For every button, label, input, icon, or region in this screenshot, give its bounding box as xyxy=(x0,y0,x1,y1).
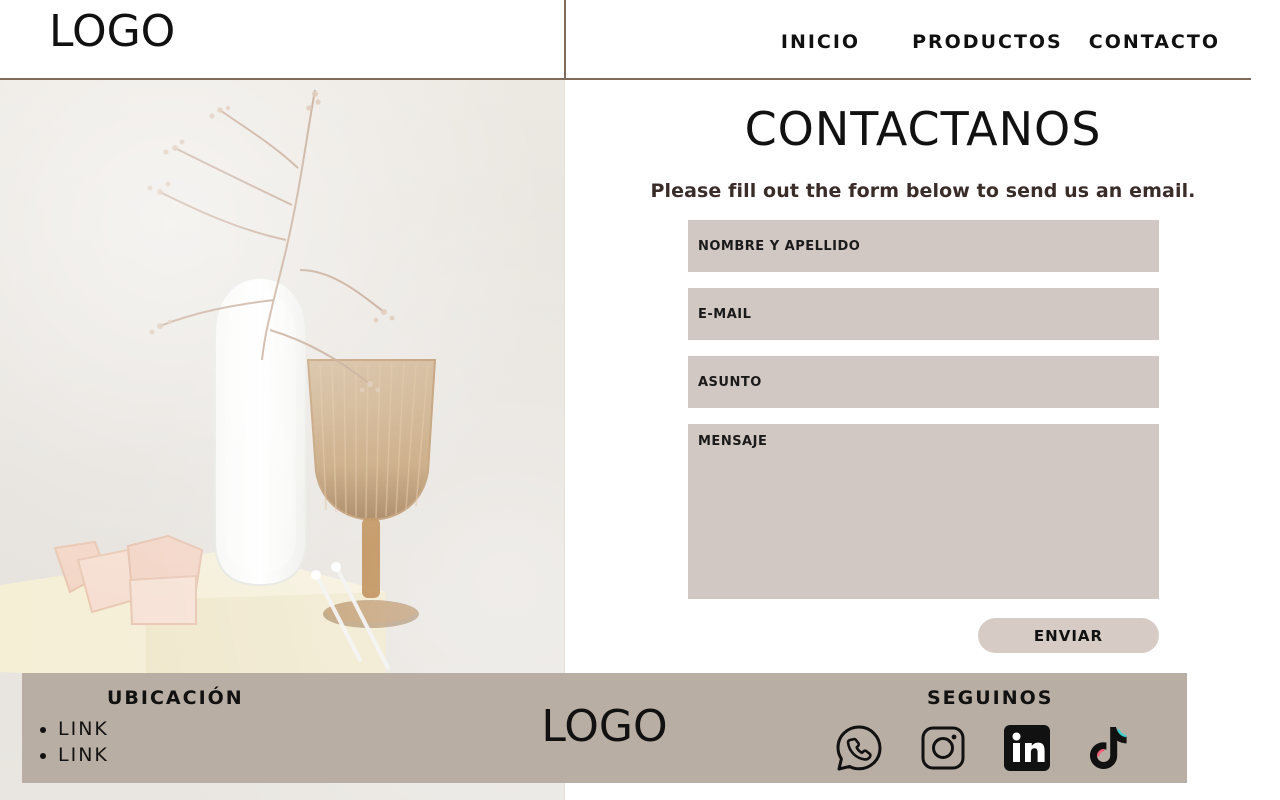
subject-field[interactable]: ASUNTO xyxy=(688,356,1159,408)
message-field[interactable]: MENSAJE xyxy=(688,424,1159,599)
footer-social-title: SEGUINOS xyxy=(927,687,1054,709)
email-field[interactable]: E-MAIL xyxy=(688,288,1159,340)
page-subtitle: Please fill out the form below to send u… xyxy=(650,180,1196,202)
name-field[interactable]: NOMBRE Y APELLIDO xyxy=(688,220,1159,272)
message-field-placeholder: MENSAJE xyxy=(698,434,768,449)
nav-item-contacto[interactable]: CONTACTO xyxy=(1089,30,1220,54)
nav-item-inicio[interactable]: INICIO xyxy=(781,30,860,54)
site-logo[interactable]: LOGO xyxy=(49,4,175,60)
instagram-icon[interactable] xyxy=(918,723,968,773)
send-button[interactable]: ENVIAR xyxy=(978,618,1159,653)
nav-item-productos[interactable]: PRODUCTOS xyxy=(912,30,1063,54)
name-field-placeholder: NOMBRE Y APELLIDO xyxy=(698,238,861,254)
page: LOGO INICIO PRODUCTOS CONTACTO CONTACTAN… xyxy=(0,0,1280,800)
top-nav: INICIO PRODUCTOS CONTACTO xyxy=(781,30,1220,54)
footer: UBICACIÓN LINK LINK LOGO SEGUINOS xyxy=(22,673,1187,783)
header-divider xyxy=(564,0,566,80)
social-links xyxy=(834,723,1136,773)
linkedin-icon[interactable] xyxy=(1002,723,1052,773)
email-field-placeholder: E-MAIL xyxy=(698,306,752,322)
subject-field-placeholder: ASUNTO xyxy=(698,374,762,390)
page-title: CONTACTANOS xyxy=(744,102,1102,156)
whatsapp-icon[interactable] xyxy=(834,723,884,773)
tiktok-icon[interactable] xyxy=(1086,723,1136,773)
